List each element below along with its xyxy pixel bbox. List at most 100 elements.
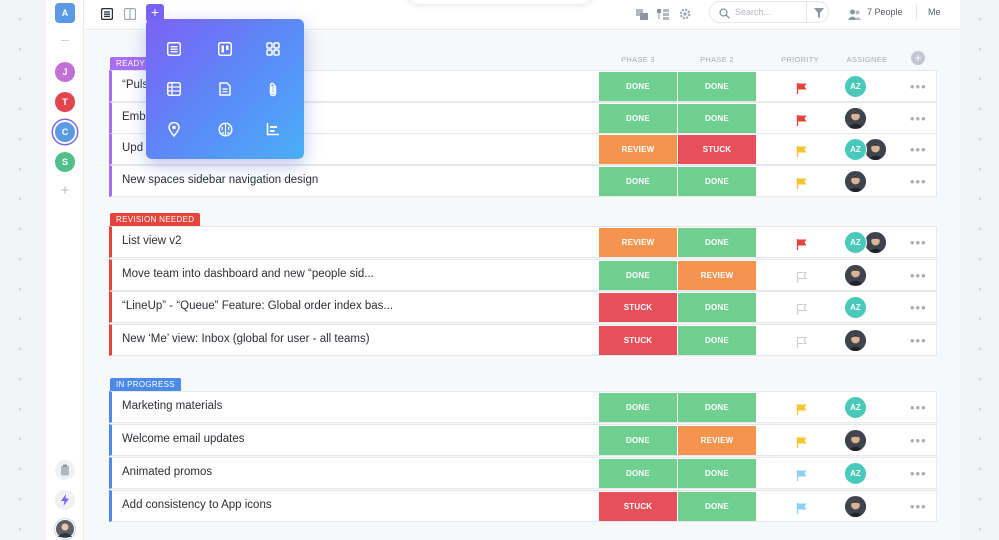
phase3-status[interactable]: DONE	[599, 393, 677, 422]
phase3-status[interactable]: DONE	[599, 103, 677, 133]
user-avatar[interactable]	[55, 519, 75, 539]
phase2-status[interactable]: DONE	[678, 103, 756, 133]
assignee-avatar-photo[interactable]	[844, 106, 867, 130]
priority-flag-icon[interactable]	[796, 435, 808, 448]
priority-flag-icon[interactable]	[796, 468, 808, 481]
priority-flag-icon[interactable]	[796, 302, 808, 316]
people-filter-label[interactable]: 7 People	[867, 7, 903, 17]
row-menu-icon[interactable]: •••	[910, 433, 927, 448]
priority-flag-icon[interactable]	[796, 501, 808, 514]
attachment-icon[interactable]	[264, 80, 282, 98]
task-row[interactable]: New spaces sidebar navigation design DONE…	[109, 165, 937, 198]
group-label[interactable]: REVISION NEEDED	[110, 213, 201, 226]
phase3-status[interactable]: REVIEW	[599, 135, 677, 165]
column-header-priority[interactable]: PRIORITY	[774, 55, 826, 64]
priority-flag-icon[interactable]	[796, 176, 808, 190]
task-row[interactable]: Welcome email updates DONE REVIEW •••	[109, 424, 937, 456]
space-avatar-j[interactable]: J	[55, 62, 75, 82]
phase2-status[interactable]: REVIEW	[678, 426, 756, 455]
phase2-status[interactable]: DONE	[678, 459, 756, 488]
space-avatar-s[interactable]: S	[55, 152, 75, 172]
priority-flag-icon[interactable]	[796, 81, 808, 94]
people-icon[interactable]	[847, 7, 861, 21]
space-avatar-t[interactable]: T	[55, 92, 75, 112]
task-name[interactable]: “LineUp” - “Queue” Feature: Global order…	[122, 300, 393, 312]
task-name[interactable]: New spaces sidebar navigation design	[122, 174, 318, 186]
assignee-avatar-az[interactable]: AZ	[844, 396, 867, 419]
priority-flag-icon[interactable]	[796, 237, 808, 250]
task-row[interactable]: New ‘Me’ view: Inbox (global for user - …	[109, 324, 937, 357]
assignee-avatar-az[interactable]: AZ	[844, 231, 867, 254]
phase3-status[interactable]: DONE	[599, 260, 677, 290]
layout-icon[interactable]	[635, 7, 649, 21]
priority-flag-icon[interactable]	[796, 270, 808, 283]
row-menu-icon[interactable]: •••	[910, 400, 927, 415]
row-menu-icon[interactable]: •••	[910, 174, 927, 189]
search-box[interactable]: Search...	[709, 1, 829, 23]
map-pin-icon[interactable]	[165, 120, 183, 138]
clipboard-icon[interactable]	[55, 460, 75, 480]
space-avatar-c[interactable]: C	[55, 122, 75, 142]
task-row[interactable]: “LineUp” - “Queue” Feature: Global order…	[109, 291, 937, 324]
task-name[interactable]: “Puls	[122, 79, 148, 91]
phase3-status[interactable]: DONE	[599, 459, 677, 488]
assignee-avatar-az[interactable]: AZ	[844, 138, 867, 162]
table-view-icon[interactable]	[165, 80, 183, 98]
assignee-avatar-az[interactable]: AZ	[844, 462, 867, 485]
add-space-button[interactable]: +	[58, 183, 72, 198]
phase3-status[interactable]: STUCK	[599, 293, 677, 323]
board-view-icon[interactable]	[216, 40, 234, 58]
row-menu-icon[interactable]: •••	[910, 142, 927, 157]
phase2-status[interactable]: DONE	[678, 72, 756, 101]
list-view-icon[interactable]	[100, 7, 114, 21]
assignee-avatar-photo[interactable]	[844, 495, 867, 518]
me-filter[interactable]: Me	[928, 7, 941, 17]
task-row[interactable]: Animated promos DONE DONE AZ •••	[109, 457, 937, 489]
board-view-icon[interactable]	[123, 7, 137, 21]
task-name[interactable]: Upd	[122, 142, 143, 154]
filter-icon[interactable]	[812, 6, 826, 20]
row-menu-icon[interactable]: •••	[910, 466, 927, 481]
column-header-assignee[interactable]: ASSIGNEE	[840, 55, 894, 64]
assignee-avatar-photo[interactable]	[844, 429, 867, 452]
task-name[interactable]: New ‘Me’ view: Inbox (global for user - …	[122, 333, 370, 345]
phase2-status[interactable]: DONE	[678, 228, 756, 257]
priority-flag-icon[interactable]	[796, 113, 808, 126]
task-name[interactable]: Add consistency to App icons	[122, 499, 272, 511]
task-name[interactable]: Marketing materials	[122, 400, 222, 412]
phase3-status[interactable]: DONE	[599, 426, 677, 455]
phase3-status[interactable]: DONE	[599, 167, 677, 197]
assignee-avatar-az[interactable]: AZ	[844, 75, 867, 98]
task-row[interactable]: Move team into dashboard and new “people…	[109, 258, 937, 291]
row-menu-icon[interactable]: •••	[910, 499, 927, 514]
doc-view-icon[interactable]	[216, 80, 234, 98]
search-input[interactable]: Search...	[735, 7, 771, 17]
hierarchy-icon[interactable]	[656, 7, 670, 21]
group-label[interactable]: IN PROGRESS	[110, 378, 181, 391]
group-label[interactable]: READY	[110, 57, 152, 70]
task-name[interactable]: Animated promos	[122, 466, 212, 478]
phase3-status[interactable]: REVIEW	[599, 228, 677, 257]
phase2-status[interactable]: DONE	[678, 393, 756, 422]
mind-map-icon[interactable]	[216, 120, 234, 138]
assignee-avatar-photo[interactable]	[864, 231, 887, 254]
phase2-status[interactable]: DONE	[678, 492, 756, 521]
column-header-phase2[interactable]: PHASE 2	[678, 55, 756, 64]
assignee-avatar-photo[interactable]	[864, 138, 887, 162]
phase2-status[interactable]: STUCK	[678, 135, 756, 165]
phase3-status[interactable]: STUCK	[599, 326, 677, 356]
lightning-icon[interactable]	[55, 490, 75, 510]
task-row[interactable]: Marketing materials DONE DONE AZ •••	[109, 391, 937, 423]
row-menu-icon[interactable]: •••	[910, 235, 927, 250]
phase3-status[interactable]: DONE	[599, 72, 677, 101]
phase2-status[interactable]: DONE	[678, 167, 756, 197]
task-name[interactable]: List view v2	[122, 235, 181, 247]
row-menu-icon[interactable]: •••	[910, 268, 927, 283]
phase2-status[interactable]: REVIEW	[678, 260, 756, 290]
list-view-icon[interactable]	[165, 40, 183, 58]
row-menu-icon[interactable]: •••	[910, 300, 927, 315]
workspace-avatar[interactable]: A	[55, 3, 75, 23]
assignee-avatar-photo[interactable]	[844, 329, 867, 353]
priority-flag-icon[interactable]	[796, 335, 808, 349]
add-column-button[interactable]: +	[911, 51, 925, 65]
